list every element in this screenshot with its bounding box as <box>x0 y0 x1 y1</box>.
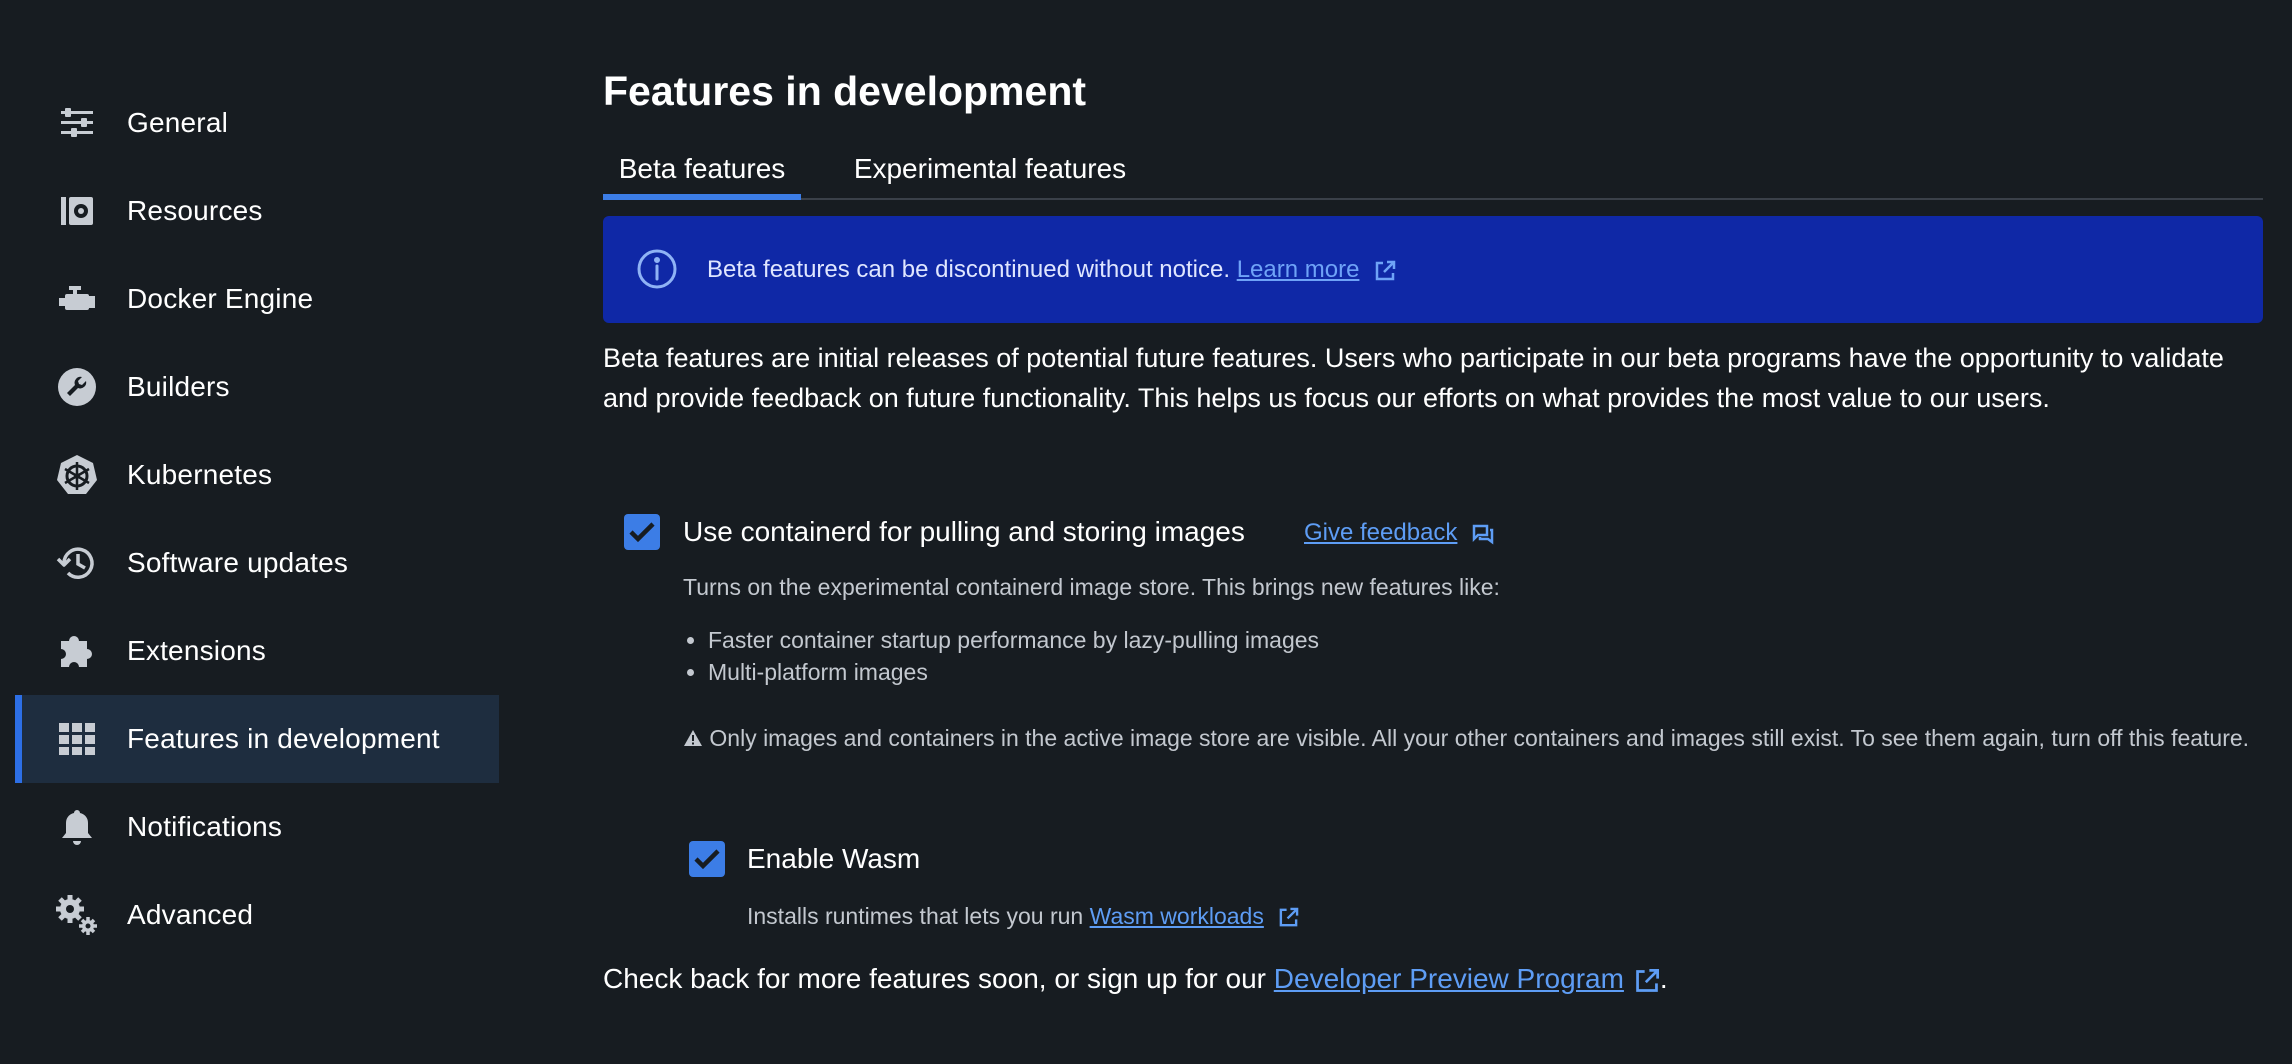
tab-bar: Beta features Experimental features <box>603 140 2263 200</box>
wrench-icon <box>55 365 99 409</box>
resources-icon <box>55 189 99 233</box>
wasm-feature-label: Enable Wasm <box>747 843 921 874</box>
give-feedback-link[interactable]: Give feedback <box>1304 519 1457 546</box>
sidebar-item-label: Notifications <box>127 811 283 842</box>
sidebar-item-builders[interactable]: Builders <box>15 343 499 431</box>
sidebar-item-general[interactable]: General <box>15 79 499 167</box>
containerd-description: Turns on the experimental containerd ima… <box>683 574 1500 600</box>
wasm-description-text: Installs runtimes that lets you run <box>747 903 1084 929</box>
feedback-icon <box>1472 524 1494 545</box>
sidebar-item-label: Features in development <box>127 723 440 754</box>
wasm-description: Installs runtimes that lets you run Wasm… <box>747 903 1299 930</box>
wasm-checkbox[interactable] <box>689 841 725 877</box>
sidebar-item-kubernetes[interactable]: Kubernetes <box>15 431 499 519</box>
warning-icon <box>684 730 702 746</box>
learn-more-link[interactable]: Learn more <box>1237 256 1360 283</box>
sidebar-item-docker-engine[interactable]: Docker Engine <box>15 255 499 343</box>
containerd-checkbox[interactable] <box>624 514 660 550</box>
puzzle-icon <box>55 629 99 673</box>
tab-experimental-features[interactable]: Experimental features <box>835 140 1145 198</box>
sidebar-item-label: Advanced <box>127 899 254 930</box>
sidebar-item-label: Extensions <box>127 635 266 666</box>
sidebar-item-features-in-development[interactable]: Features in development <box>15 695 499 783</box>
external-link-icon <box>1636 968 1659 992</box>
gears-icon <box>55 893 99 937</box>
list-item: Multi-platform images <box>708 656 1319 688</box>
list-item: Faster container startup performance by … <box>708 624 1319 656</box>
sidebar-item-label: General <box>127 107 229 138</box>
checkmark-icon <box>629 522 655 543</box>
sidebar-item-label: Resources <box>127 195 263 226</box>
intro-text: Beta features are initial releases of po… <box>603 343 2224 413</box>
containerd-feature-label: Use containerd for pulling and storing i… <box>683 516 1245 547</box>
sidebar-item-software-updates[interactable]: Software updates <box>15 519 499 607</box>
sidebar-item-label: Docker Engine <box>127 283 314 314</box>
tab-beta-features[interactable]: Beta features <box>603 140 801 200</box>
info-icon <box>637 249 677 289</box>
tab-label: Beta features <box>618 153 786 184</box>
sidebar-item-label: Kubernetes <box>127 459 273 490</box>
external-link-icon <box>1279 908 1299 927</box>
settings-window: General Resources Docker Engine Builders… <box>0 0 2292 1064</box>
footer-message: Check back for more features soon, or si… <box>603 963 1668 995</box>
sidebar-item-resources[interactable]: Resources <box>15 167 499 255</box>
bell-icon <box>55 805 99 849</box>
sliders-icon <box>55 101 99 145</box>
containerd-feature-list: Faster container startup performance by … <box>683 624 1319 688</box>
sidebar-item-label: Builders <box>127 371 230 402</box>
sidebar-item-extensions[interactable]: Extensions <box>15 607 499 695</box>
banner-text: Beta features can be discontinued withou… <box>707 256 1231 283</box>
containerd-warning: Only images and containers in the active… <box>683 722 2263 754</box>
banner-message: Beta features can be discontinued withou… <box>707 256 1396 284</box>
give-feedback: Give feedback <box>1304 519 1494 547</box>
kubernetes-icon <box>55 453 99 497</box>
footer-text: Check back for more features soon, or si… <box>603 963 1266 994</box>
history-icon <box>55 541 99 585</box>
checkmark-icon <box>694 849 720 870</box>
wasm-workloads-link[interactable]: Wasm workloads <box>1090 903 1264 929</box>
sidebar: General Resources Docker Engine Builders… <box>0 0 500 1064</box>
grid-icon <box>55 717 99 761</box>
developer-preview-link[interactable]: Developer Preview Program <box>1274 963 1624 994</box>
info-banner: Beta features can be discontinued withou… <box>603 216 2263 323</box>
engine-icon <box>55 277 99 321</box>
footer-suffix: . <box>1659 963 1668 994</box>
page-title: Features in development <box>603 68 1087 114</box>
external-link-icon <box>1375 260 1396 280</box>
warning-text: Only images and containers in the active… <box>709 725 2250 751</box>
sidebar-item-advanced[interactable]: Advanced <box>15 871 499 959</box>
tab-label: Experimental features <box>853 153 1127 184</box>
sidebar-item-label: Software updates <box>127 547 349 578</box>
sidebar-item-notifications[interactable]: Notifications <box>15 783 499 871</box>
